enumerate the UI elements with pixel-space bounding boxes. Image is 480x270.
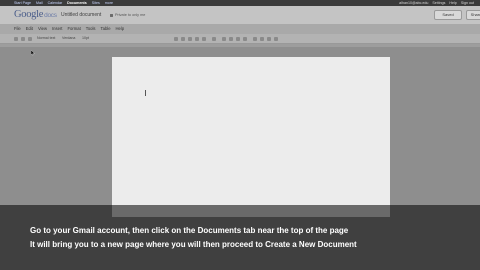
text-color-icon[interactable] <box>195 37 199 41</box>
tutorial-caption: Go to your Gmail account, then click on … <box>0 205 480 270</box>
highlight-icon[interactable] <box>202 37 206 41</box>
redo-icon[interactable] <box>21 37 25 41</box>
document-canvas <box>0 47 480 217</box>
bulleted-list-icon[interactable] <box>229 37 233 41</box>
undo-icon[interactable] <box>14 37 18 41</box>
menu-file[interactable]: File <box>14 26 21 31</box>
font-select[interactable]: Verdana <box>62 36 75 40</box>
saved-button[interactable]: Saved <box>434 10 462 20</box>
decrease-indent-icon[interactable] <box>236 37 240 41</box>
menu-items: File Edit View Insert Format Tools Table… <box>14 26 124 31</box>
menu-view[interactable]: View <box>38 26 47 31</box>
logo-main: Google <box>14 9 44 20</box>
print-icon[interactable] <box>28 37 32 41</box>
increase-indent-icon[interactable] <box>243 37 247 41</box>
bold-icon[interactable] <box>174 37 178 41</box>
underline-icon[interactable] <box>188 37 192 41</box>
formatting-toolbar: Normal text Verdana 10pt <box>0 34 480 44</box>
caption-line-2: It will bring you to a new page where yo… <box>30 240 357 249</box>
style-select[interactable]: Normal text <box>37 36 55 40</box>
document-page[interactable] <box>112 57 390 217</box>
caption-line-1: Go to your Gmail account, then click on … <box>30 226 349 235</box>
privacy-status: Private to only me <box>110 13 145 17</box>
menu-help[interactable]: Help <box>116 26 125 31</box>
clear-formatting-icon[interactable] <box>274 37 278 41</box>
google-docs-logo[interactable]: Googledocs <box>14 9 57 20</box>
align-left-icon[interactable] <box>253 37 257 41</box>
logo-sub: docs <box>44 12 57 19</box>
menu-edit[interactable]: Edit <box>26 26 33 31</box>
italic-icon[interactable] <box>181 37 185 41</box>
align-right-icon[interactable] <box>267 37 271 41</box>
text-cursor <box>145 90 146 96</box>
doc-header: Googledocs Untitled document Private to … <box>0 6 480 24</box>
menu-format[interactable]: Format <box>67 26 80 31</box>
menu-tools[interactable]: Tools <box>86 26 96 31</box>
menu-table[interactable]: Table <box>101 26 111 31</box>
privacy-label: Private to only me <box>115 13 146 17</box>
link-icon[interactable] <box>212 37 216 41</box>
menu-insert[interactable]: Insert <box>52 26 62 31</box>
share-button[interactable]: Share <box>466 10 480 20</box>
numbered-list-icon[interactable] <box>222 37 226 41</box>
menu-bar: File Edit View Insert Format Tools Table… <box>0 24 480 34</box>
mouse-pointer-icon <box>31 50 35 56</box>
lock-icon <box>110 13 113 17</box>
size-select[interactable]: 10pt <box>82 36 89 40</box>
document-title[interactable]: Untitled document <box>61 12 101 18</box>
align-center-icon[interactable] <box>260 37 264 41</box>
